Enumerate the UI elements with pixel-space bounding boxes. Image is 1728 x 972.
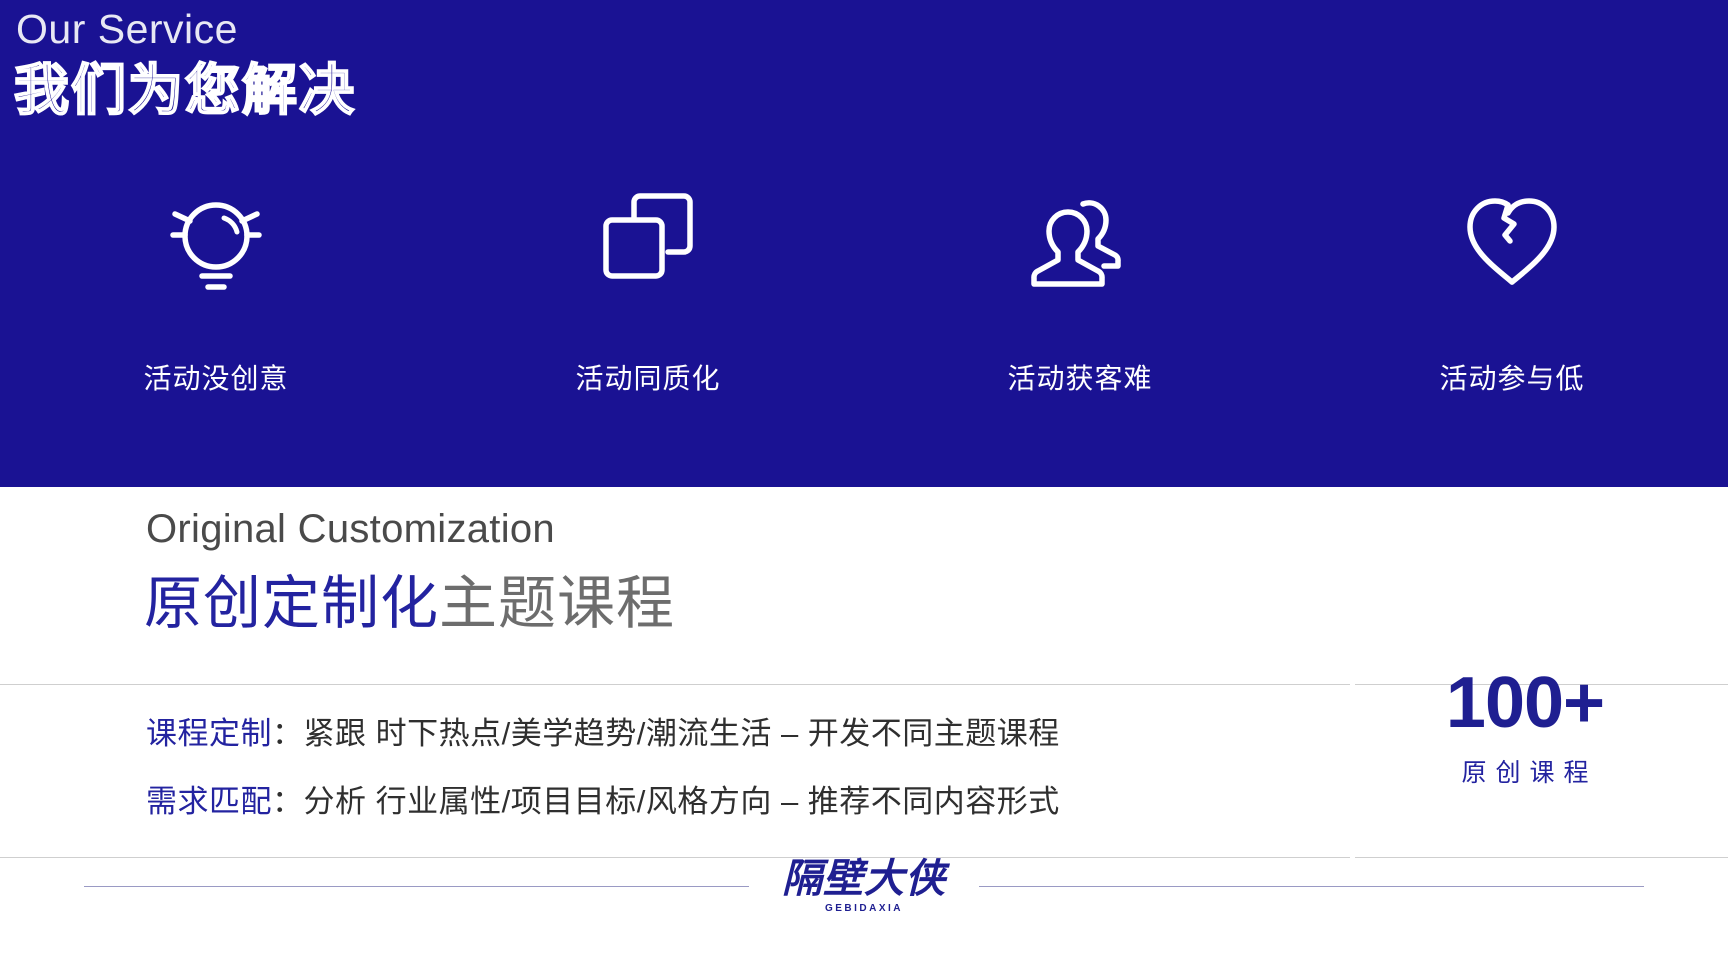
headline-accent: 原创定制化 (144, 571, 440, 636)
service-item-no-creativity[interactable]: 活动没创意 (0, 185, 432, 397)
lightbulb-icon (156, 185, 276, 295)
overlapping-squares-icon (588, 185, 708, 295)
footer-brand-bar: 隔壁大侠 GEBIDAXIA (0, 800, 1728, 972)
broken-heart-icon (1452, 185, 1572, 295)
brand-logo-pinyin: GEBIDAXIA (824, 902, 904, 914)
service-item-acquisition[interactable]: 活动获客难 (864, 185, 1296, 397)
hero-eyebrow: Our Service (16, 6, 238, 52)
service-item-engagement[interactable]: 活动参与低 (1296, 185, 1728, 397)
divider-top-left (0, 684, 1350, 685)
hero-title: 我们为您解决 (13, 59, 357, 121)
service-item-homogeneous[interactable]: 活动同质化 (432, 185, 864, 397)
service-item-label: 活动同质化 (575, 363, 721, 394)
section-subtitle-en: Original Customization (146, 507, 555, 551)
two-users-icon (1020, 185, 1140, 295)
service-icon-row: 活动没创意 活动同质化 活动获客难 活动参与低 (0, 185, 1728, 397)
hero-banner: Our Service 我们为您解决 活动没创意 活动同质化 活动获客难 活动参… (0, 0, 1728, 487)
stat-number: 100+ (1445, 663, 1605, 743)
brand-logo: 隔壁大侠 GEBIDAXIA (749, 854, 979, 914)
footer-rule-right (979, 885, 1644, 887)
footer-rule-left (84, 885, 749, 887)
section-headline: 原创定制化主题课程 (144, 575, 675, 633)
slide-root: Our Service 我们为您解决 活动没创意 活动同质化 活动获客难 活动参… (0, 0, 1728, 972)
stat-block: 100+ 原创课程 (1380, 667, 1670, 789)
bullet-row: 课程定制：紧跟 时下热点/美学趋势/潮流生活 – 开发不同主题课程 (146, 700, 1326, 768)
stat-caption: 原创课程 (1461, 759, 1598, 787)
bullet-tag: 课程定制 (146, 716, 272, 751)
headline-muted: 主题课程 (439, 571, 676, 636)
service-item-label: 活动获客难 (1007, 363, 1153, 394)
bullet-text: ：紧跟 时下热点/美学趋势/潮流生活 – 开发不同主题课程 (272, 716, 1060, 751)
brand-logo-wordmark: 隔壁大侠 (782, 854, 946, 902)
service-item-label: 活动没创意 (143, 363, 289, 394)
service-item-label: 活动参与低 (1439, 363, 1585, 394)
